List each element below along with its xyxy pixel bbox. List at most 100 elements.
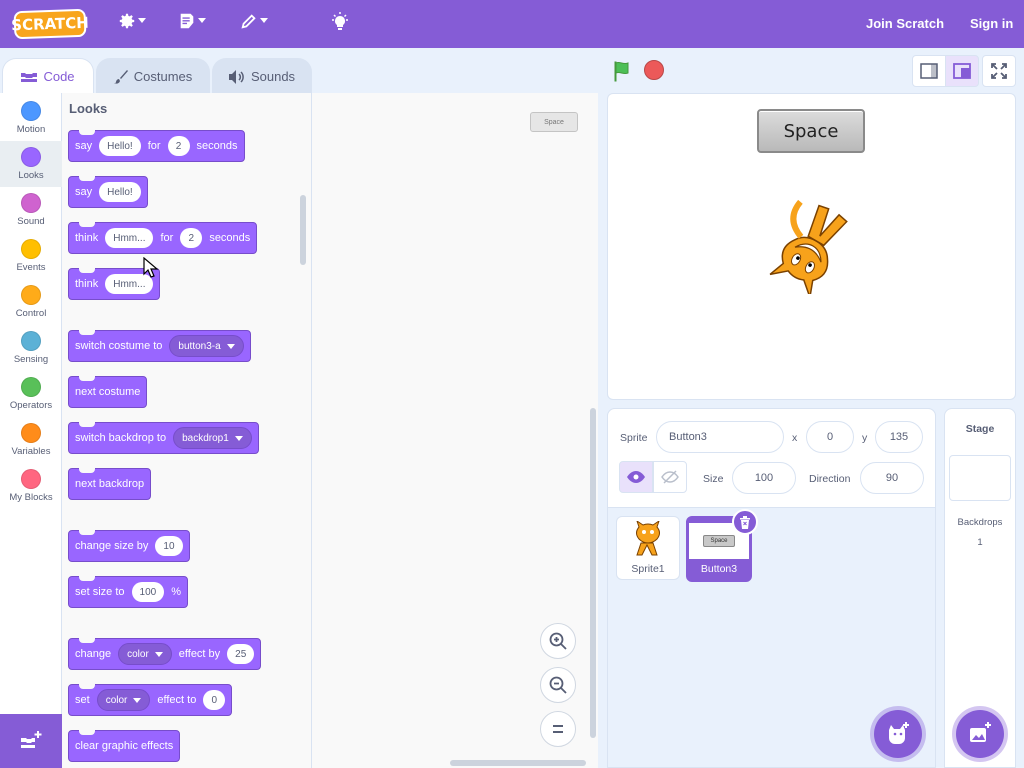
block-text: change size by [75, 540, 149, 552]
block-switch-costume[interactable]: switch costume to button3-a [68, 330, 251, 362]
category-sensing[interactable]: Sensing [0, 325, 62, 371]
block-input[interactable]: 100 [131, 582, 165, 602]
tab-costumes-label: Costumes [133, 69, 193, 84]
direction-input[interactable]: 90 [860, 462, 924, 494]
sign-in-link[interactable]: Sign in [970, 16, 1013, 31]
backdrop-dropdown[interactable]: backdrop1 [173, 427, 252, 449]
brush-icon [113, 69, 128, 84]
effect-dropdown[interactable]: color [96, 689, 151, 711]
tutorials-button[interactable] [330, 12, 350, 32]
block-input[interactable]: 2 [180, 228, 203, 248]
sensing-dot-icon [21, 331, 41, 351]
block-think-for-secs[interactable]: think Hmm... for 2 seconds [68, 222, 258, 254]
small-stage-button[interactable] [912, 55, 946, 87]
block-say[interactable]: say Hello! [68, 176, 148, 208]
operators-dot-icon [21, 377, 41, 397]
hide-sprite-button[interactable] [653, 461, 687, 493]
costume-dropdown[interactable]: button3-a [169, 335, 244, 357]
control-dot-icon [21, 285, 41, 305]
size-input[interactable]: 100 [732, 462, 796, 494]
block-text: say [75, 140, 93, 152]
block-say-for-secs[interactable]: say Hello! for 2 seconds [68, 130, 245, 162]
category-sound[interactable]: Sound [0, 187, 62, 233]
zoom-out-button[interactable] [540, 667, 576, 703]
palette-scrollbar[interactable] [300, 195, 306, 265]
button-thumbnail-text: Space [703, 535, 735, 547]
tab-costumes[interactable]: Costumes [96, 58, 210, 94]
category-operators[interactable]: Operators [0, 371, 62, 417]
delete-sprite-button[interactable] [732, 509, 758, 535]
backdrops-label: Backdrops [957, 517, 1003, 528]
show-sprite-button[interactable] [619, 461, 653, 493]
settings-menu[interactable] [118, 12, 146, 30]
tab-sounds[interactable]: Sounds [212, 58, 312, 94]
large-stage-button[interactable] [945, 55, 979, 87]
edit-menu[interactable] [240, 12, 268, 30]
category-label: Control [15, 308, 47, 319]
cat-sprite-icon[interactable] [766, 198, 860, 294]
block-input[interactable]: 10 [155, 536, 183, 556]
dropdown-value: backdrop1 [182, 432, 229, 444]
block-input[interactable]: 2 [167, 136, 190, 156]
zoom-in-button[interactable] [540, 623, 576, 659]
green-flag-button[interactable] [612, 60, 634, 87]
block-text: switch backdrop to [75, 432, 167, 444]
workspace-scrollbar-vertical[interactable] [590, 408, 596, 738]
block-input[interactable]: 0 [203, 690, 226, 710]
x-input[interactable]: 0 [806, 421, 854, 453]
large-stage-icon [953, 63, 971, 79]
block-clear-effects[interactable]: clear graphic effects [68, 730, 181, 762]
category-label: Events [16, 262, 46, 273]
block-text: change [75, 648, 112, 660]
sprite-tile[interactable]: Sprite1 [616, 516, 680, 580]
block-input[interactable]: Hello! [99, 136, 141, 156]
block-input[interactable]: 25 [227, 644, 255, 664]
stop-button[interactable] [644, 60, 664, 80]
choose-sprite-button[interactable] [874, 710, 922, 758]
zoom-out-icon [549, 676, 567, 694]
add-extension-button[interactable] [0, 714, 62, 768]
block-next-backdrop[interactable]: next backdrop [68, 468, 152, 500]
equals-icon [553, 725, 563, 733]
fullscreen-button[interactable] [982, 55, 1016, 87]
backdrop-thumbnail[interactable] [949, 455, 1011, 501]
effect-dropdown[interactable]: color [118, 643, 172, 665]
file-menu[interactable] [178, 12, 206, 30]
category-control[interactable]: Control [0, 279, 62, 325]
tab-code-label: Code [43, 69, 75, 84]
scratch-logo[interactable]: SCRATCH [11, 8, 89, 40]
workspace-scrollbar-horizontal[interactable] [450, 760, 586, 766]
sprite-name-label: Sprite [620, 432, 648, 444]
category-label: Sound [17, 216, 45, 227]
category-label: Variables [11, 446, 51, 457]
block-text: for [147, 140, 161, 152]
block-text: for [160, 232, 174, 244]
block-switch-backdrop[interactable]: switch backdrop to backdrop1 [68, 422, 259, 454]
block-set-effect[interactable]: set color effect to 0 [68, 684, 233, 716]
category-variables[interactable]: Variables [0, 417, 62, 463]
block-input[interactable]: Hmm... [105, 228, 154, 248]
block-change-effect[interactable]: change color effect by 25 [68, 638, 262, 670]
variables-dot-icon [21, 423, 41, 443]
block-change-size[interactable]: change size by 10 [68, 530, 190, 562]
stage-space-sprite[interactable]: Space [757, 109, 865, 153]
block-input[interactable]: Hello! [99, 182, 141, 202]
join-scratch-link[interactable]: Join Scratch [866, 16, 944, 31]
sprite-name-input[interactable]: Button3 [656, 421, 784, 453]
tab-code[interactable]: Code [2, 58, 94, 94]
size-label: Size [703, 473, 724, 485]
block-next-costume[interactable]: next costume [68, 376, 148, 408]
y-input[interactable]: 135 [875, 421, 923, 453]
category-my-blocks[interactable]: My Blocks [0, 463, 62, 509]
sprite-name: Button3 [700, 563, 738, 575]
zoom-reset-button[interactable] [540, 711, 576, 747]
category-events[interactable]: Events [0, 233, 62, 279]
block-set-size[interactable]: set size to 100 % [68, 576, 188, 608]
choose-backdrop-button[interactable] [956, 710, 1004, 758]
category-label: Sensing [13, 354, 49, 365]
speaker-icon [228, 69, 244, 84]
category-looks[interactable]: Looks [0, 141, 62, 187]
my-blocks-dot-icon [21, 469, 41, 489]
block-text: next costume [75, 386, 141, 398]
category-motion[interactable]: Motion [0, 95, 62, 141]
